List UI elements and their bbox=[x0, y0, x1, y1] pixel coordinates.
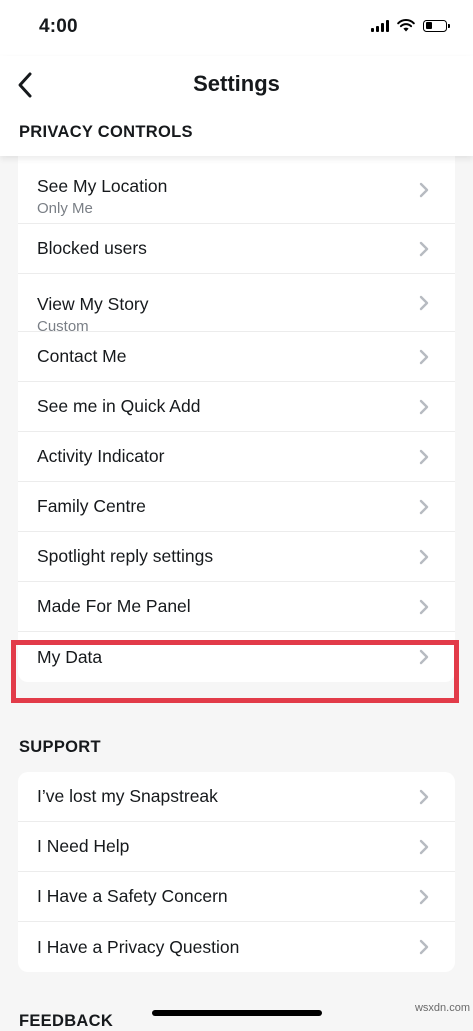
chevron-right-icon bbox=[419, 649, 429, 665]
settings-row-made-for-me-panel[interactable]: Made For Me Panel bbox=[18, 582, 455, 632]
support-list: I’ve lost my Snapstreak I Need Help I Ha… bbox=[18, 772, 455, 972]
home-indicator[interactable] bbox=[152, 1010, 322, 1016]
settings-row-safety-concern[interactable]: I Have a Safety Concern bbox=[18, 872, 455, 922]
row-label: See My Location bbox=[37, 176, 168, 196]
settings-row-blocked-users[interactable]: Blocked users bbox=[18, 224, 455, 274]
row-label: Contact Me bbox=[37, 346, 127, 366]
chevron-right-icon bbox=[419, 241, 429, 256]
chevron-right-icon bbox=[419, 399, 429, 414]
chevron-right-icon bbox=[419, 839, 429, 854]
settings-row-activity-indicator[interactable]: Activity Indicator bbox=[18, 432, 455, 482]
settings-row-see-my-location[interactable]: See My Location Only Me bbox=[18, 156, 455, 224]
chevron-right-icon bbox=[419, 499, 429, 514]
chevron-right-icon bbox=[419, 889, 429, 904]
nav-bar: Settings PRIVACY CONTROLS bbox=[0, 56, 473, 156]
row-label: I Need Help bbox=[37, 836, 130, 856]
watermark: wsxdn.com bbox=[414, 1002, 470, 1014]
row-label: Activity Indicator bbox=[37, 446, 165, 466]
support-header: SUPPORT bbox=[19, 738, 101, 756]
chevron-right-icon bbox=[419, 549, 429, 564]
row-label: My Data bbox=[37, 646, 103, 667]
settings-row-lost-snapstreak[interactable]: I’ve lost my Snapstreak bbox=[18, 772, 455, 822]
chevron-right-icon bbox=[419, 789, 429, 804]
settings-row-my-data[interactable]: My Data bbox=[18, 632, 455, 682]
row-label: Family Centre bbox=[37, 496, 146, 516]
wifi-icon bbox=[397, 19, 415, 32]
page-title: Settings bbox=[193, 71, 280, 96]
row-label: I Have a Safety Concern bbox=[37, 886, 228, 906]
chevron-right-icon bbox=[419, 295, 429, 310]
settings-row-family-centre[interactable]: Family Centre bbox=[18, 482, 455, 532]
settings-row-spotlight-reply-settings[interactable]: Spotlight reply settings bbox=[18, 532, 455, 582]
chevron-right-icon bbox=[419, 449, 429, 464]
row-label: See me in Quick Add bbox=[37, 396, 201, 416]
row-label: View My Story bbox=[37, 294, 149, 314]
signal-icon bbox=[371, 19, 389, 32]
row-label: Blocked users bbox=[37, 238, 147, 258]
privacy-controls-header: PRIVACY CONTROLS bbox=[19, 123, 193, 141]
row-label: I Have a Privacy Question bbox=[37, 936, 240, 957]
settings-row-need-help[interactable]: I Need Help bbox=[18, 822, 455, 872]
status-icons bbox=[371, 19, 450, 32]
status-time: 4:00 bbox=[39, 16, 78, 37]
chevron-right-icon bbox=[419, 182, 429, 197]
row-label: Made For Me Panel bbox=[37, 596, 191, 616]
feedback-header: FEEDBACK bbox=[19, 1012, 114, 1030]
status-bar: 4:00 bbox=[0, 0, 473, 56]
chevron-right-icon bbox=[419, 939, 429, 955]
chevron-right-icon bbox=[419, 349, 429, 364]
row-label: I’ve lost my Snapstreak bbox=[37, 786, 218, 806]
battery-icon bbox=[423, 19, 450, 32]
chevron-right-icon bbox=[419, 599, 429, 614]
row-label: Spotlight reply settings bbox=[37, 546, 214, 566]
settings-row-privacy-question[interactable]: I Have a Privacy Question bbox=[18, 922, 455, 972]
settings-row-contact-me[interactable]: Contact Me bbox=[18, 332, 455, 382]
row-sublabel: Only Me bbox=[37, 200, 93, 217]
settings-row-quick-add[interactable]: See me in Quick Add bbox=[18, 382, 455, 432]
privacy-controls-list: See My Location Only Me Blocked users Vi… bbox=[18, 156, 455, 682]
settings-row-view-my-story[interactable]: View My Story Custom bbox=[18, 274, 455, 335]
